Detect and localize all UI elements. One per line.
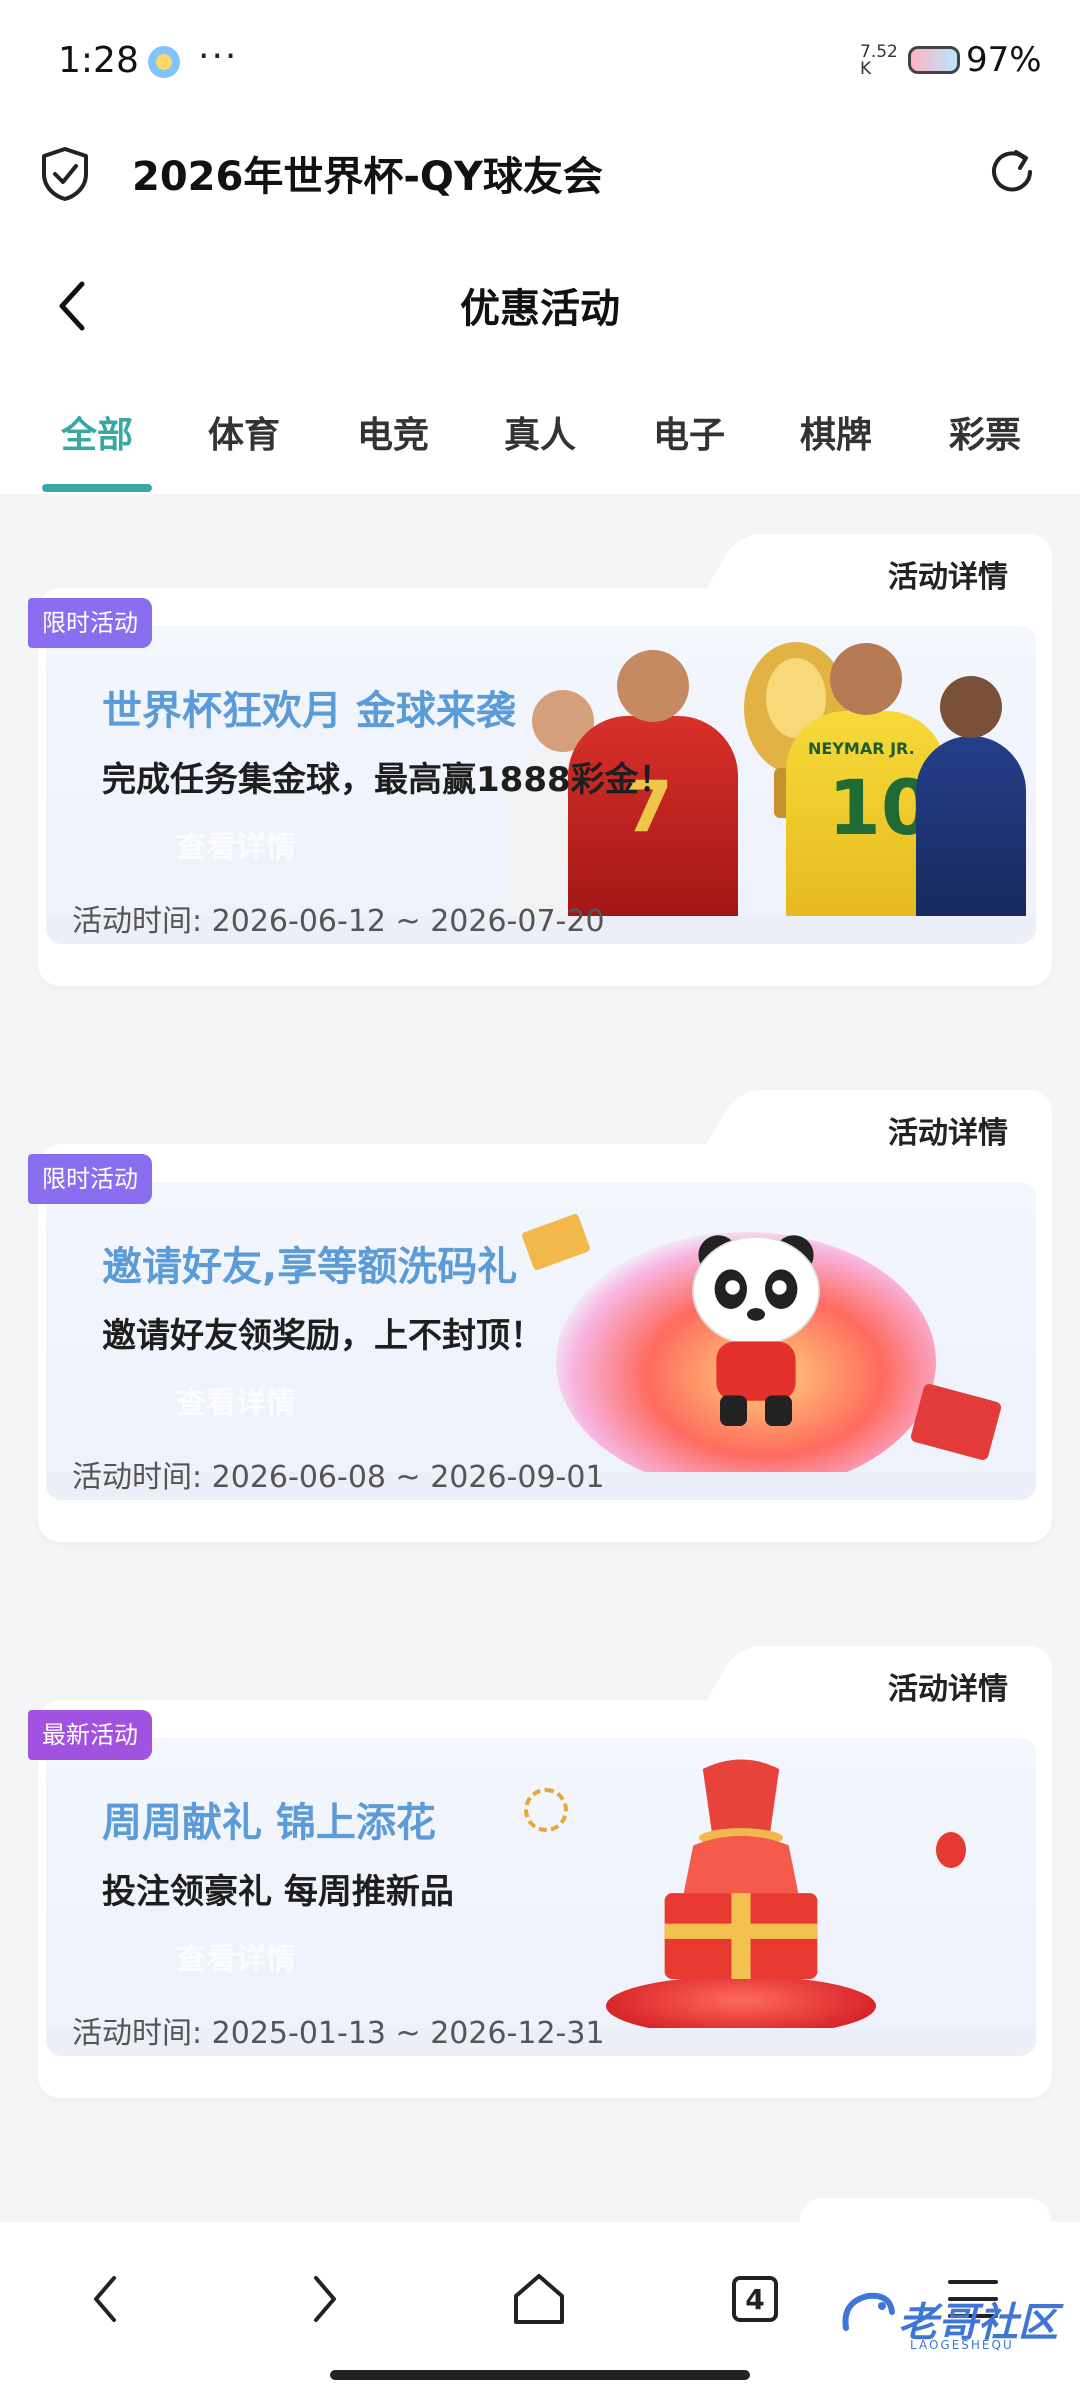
nav-forward-icon[interactable] — [288, 2264, 358, 2334]
status-time: 1:28 — [58, 40, 139, 81]
battery-level: 97% — [966, 40, 1042, 80]
red-envelope-icon — [520, 1212, 592, 1272]
lantern-icon — [936, 1832, 966, 1868]
view-details-button[interactable]: 查看详情 — [176, 1934, 296, 1978]
page-title: 优惠活动 — [460, 286, 620, 332]
category-tabs: 全部 体育 电竞 真人 电子 棋牌 彩票 — [0, 400, 1080, 494]
activity-date: 活动时间: 2026-06-12 ~ 2026-07-20 — [72, 904, 605, 939]
gift-box-icon — [664, 1759, 818, 1979]
network-speed: 7.52 K — [860, 44, 898, 78]
more-notifications-icon: ··· — [198, 36, 239, 77]
promo-title: 邀请好友,享等额洗码礼 — [102, 1244, 518, 1290]
watermark-subtext: LAOGESHEQU — [910, 2338, 1014, 2352]
promo-card[interactable]: 活动详情 邀请好友,享等额洗码礼 邀请好友领奖励，上不封顶！ 查看详情 限时活动… — [28, 1090, 1052, 1542]
activity-details-link[interactable]: 活动详情 — [888, 552, 1008, 596]
limited-time-badge: 限时活动 — [28, 598, 152, 648]
top-area: 1:28 ··· 7.52 K 97% 2026年世界杯-QY球友会 优惠活动 … — [0, 0, 1080, 494]
status-bar: 1:28 ··· 7.52 K 97% — [0, 0, 1080, 120]
tab-sports[interactable]: 体育 — [184, 406, 304, 458]
promo-subtitle: 完成任务集金球，最高赢1888彩金！ — [102, 760, 673, 800]
activity-date: 活动时间: 2026-06-08 ~ 2026-09-01 — [72, 1460, 605, 1495]
tab-all[interactable]: 全部 — [37, 406, 157, 458]
gift-illustration — [496, 1748, 1036, 2048]
app-notification-icon — [148, 46, 180, 78]
browser-bar: 2026年世界杯-QY球友会 — [0, 120, 1080, 240]
page-header: 优惠活动 — [0, 250, 1080, 360]
nav-tabs-button[interactable]: 4 — [720, 2264, 790, 2334]
promo-title: 世界杯狂欢月 金球来袭 — [102, 688, 516, 734]
refresh-icon[interactable] — [986, 146, 1038, 198]
tab-esports[interactable]: 电竞 — [333, 406, 453, 458]
tab-count: 4 — [745, 2283, 765, 2316]
tab-card-games[interactable]: 棋牌 — [776, 406, 896, 458]
active-tab-indicator — [42, 484, 152, 492]
watermark-logo: 老哥社区 LAOGESHEQU — [838, 2286, 1068, 2356]
activity-details-link[interactable]: 活动详情 — [888, 1664, 1008, 1708]
tabs-count-icon: 4 — [732, 2276, 778, 2322]
promo-subtitle: 邀请好友领奖励，上不封顶！ — [102, 1316, 544, 1356]
newest-activity-badge: 最新活动 — [28, 1710, 152, 1760]
player-blue-illustration — [916, 676, 1026, 936]
activity-details-link[interactable]: 活动详情 — [888, 1108, 1008, 1152]
nav-home-icon[interactable] — [504, 2264, 574, 2334]
panda-illustration — [496, 1192, 1036, 1492]
activity-date: 活动时间: 2025-01-13 ~ 2026-12-31 — [72, 2016, 605, 2051]
panda-mascot-icon — [692, 1235, 820, 1426]
promo-card[interactable]: 活动详情 7 NEYMAR JR. 10 世界杯狂欢月 金球来袭 完成任务集金球… — [28, 534, 1052, 986]
shield-icon[interactable] — [40, 146, 90, 202]
firework-icon — [524, 1788, 568, 1832]
battery-icon — [908, 46, 960, 74]
network-speed-unit: K — [860, 59, 872, 79]
browser-bottom-nav: 4 老哥社区 LAOGESHEQU — [0, 2222, 1080, 2400]
limited-time-badge: 限时活动 — [28, 1154, 152, 1204]
dragon-logo-icon — [842, 2292, 895, 2331]
jersey-name: NEYMAR JR. — [808, 739, 915, 758]
tab-lottery[interactable]: 彩票 — [925, 406, 1045, 458]
nav-back-icon[interactable] — [72, 2264, 142, 2334]
promo-title: 周周献礼 锦上添花 — [102, 1800, 436, 1846]
view-details-button[interactable]: 查看详情 — [176, 1378, 296, 1422]
promo-card[interactable]: 活动详情 周周献礼 锦上添花 投注领豪礼 每周推新品 查看详情 最新活动 活动时… — [28, 1646, 1052, 2098]
tab-live-casino[interactable]: 真人 — [480, 406, 600, 458]
promo-subtitle: 投注领豪礼 每周推新品 — [102, 1872, 454, 1912]
tab-slots[interactable]: 电子 — [629, 406, 749, 458]
browser-page-title: 2026年世界杯-QY球友会 — [132, 154, 603, 200]
view-details-button[interactable]: 查看详情 — [176, 822, 296, 866]
home-indicator-bar[interactable] — [330, 2370, 750, 2380]
red-envelope-icon — [909, 1382, 1003, 1462]
